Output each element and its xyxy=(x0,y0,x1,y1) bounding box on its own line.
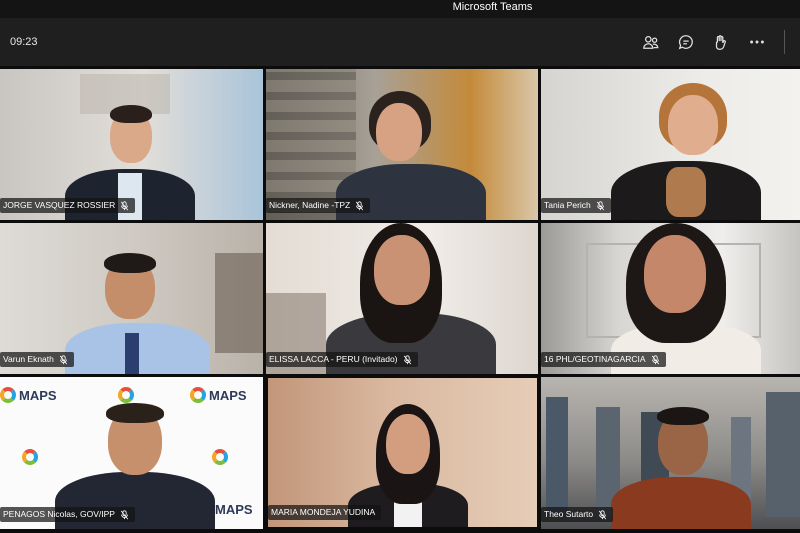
participant-face xyxy=(668,95,718,155)
participant-face xyxy=(374,235,430,305)
participant-nameplate: Tania Perich xyxy=(541,198,611,213)
participant-nameplate: MARIA MONDEJA YUDINA xyxy=(268,505,382,520)
participant-face xyxy=(376,103,422,161)
participant-name: ELISSA LACCA - PERU (Invitado) xyxy=(269,354,398,364)
video-grid: JORGE VASQUEZ ROSSIER Nickner, Nadine -T… xyxy=(0,69,800,529)
maps-logo xyxy=(22,449,38,465)
video-tile-active-speaker[interactable]: MARIA MONDEJA YUDINA xyxy=(268,378,537,527)
toolbar-divider xyxy=(784,30,785,54)
participant-body xyxy=(611,477,751,529)
participant-nameplate: Varun Eknath xyxy=(0,352,74,367)
muted-mic-icon xyxy=(356,200,364,210)
city-building xyxy=(766,392,800,517)
city-building xyxy=(546,397,568,517)
participant-hair xyxy=(106,403,164,423)
participant-name: PENAGOS Nicolas, GOV/IPP xyxy=(3,509,115,519)
participant-name: Nickner, Nadine -TPZ xyxy=(269,200,351,210)
muted-mic-icon xyxy=(596,200,604,210)
participant-nameplate: Nickner, Nadine -TPZ xyxy=(266,198,371,213)
participant-face xyxy=(386,414,430,474)
participant-name: MARIA MONDEJA YUDINA xyxy=(271,507,376,517)
video-tile[interactable]: Varun Eknath xyxy=(0,223,263,374)
participant-name: Theo Sutarto xyxy=(544,509,594,519)
participant-nameplate: Theo Sutarto xyxy=(541,507,614,522)
muted-mic-icon xyxy=(403,354,411,364)
meeting-toolbar: 09:23 xyxy=(0,18,800,66)
maps-logo xyxy=(118,387,134,403)
muted-mic-icon xyxy=(120,509,129,519)
maps-ring-icon xyxy=(118,387,134,403)
video-tile[interactable]: 16 PHL/GEOTINAGARCIA xyxy=(541,223,800,374)
chat-icon[interactable] xyxy=(675,31,697,53)
participant-nameplate: JORGE VASQUEZ ROSSIER xyxy=(0,198,136,213)
maps-logo: MAPS xyxy=(190,387,247,403)
muted-mic-icon xyxy=(651,354,659,364)
participant-face xyxy=(644,235,706,313)
video-tile[interactable]: Nickner, Nadine -TPZ xyxy=(266,69,538,220)
participant-nameplate: PENAGOS Nicolas, GOV/IPP xyxy=(0,507,135,522)
window-title: Microsoft Teams xyxy=(0,0,800,18)
participant-name: Varun Eknath xyxy=(3,354,54,364)
participant-nameplate: 16 PHL/GEOTINAGARCIA xyxy=(541,352,666,367)
meeting-timer: 09:23 xyxy=(10,36,38,48)
video-tile[interactable]: MAPS MAPS MAPS PENAGOS Nicolas, GOV/IPP xyxy=(0,377,263,529)
muted-mic-icon xyxy=(59,354,68,364)
participant-tie xyxy=(125,333,139,374)
maps-logo xyxy=(212,449,228,465)
maps-logo: MAPS xyxy=(215,502,253,517)
participant-hair xyxy=(657,407,709,425)
maps-ring-icon xyxy=(190,387,206,403)
video-tile[interactable]: Tania Perich xyxy=(541,69,800,220)
participant-hair xyxy=(104,253,156,273)
video-tile[interactable]: JORGE VASQUEZ ROSSIER xyxy=(0,69,263,220)
participants-icon[interactable] xyxy=(640,31,662,53)
participant-hair xyxy=(110,105,152,123)
maps-ring-icon xyxy=(0,387,16,403)
participant-scarf xyxy=(666,167,706,217)
participant-nameplate: ELISSA LACCA - PERU (Invitado) xyxy=(266,352,418,367)
video-tile[interactable]: ELISSA LACCA - PERU (Invitado) xyxy=(266,223,538,374)
maps-ring-icon xyxy=(22,449,38,465)
muted-mic-icon xyxy=(121,200,129,210)
participant-name: 16 PHL/GEOTINAGARCIA xyxy=(544,354,646,364)
chair-back xyxy=(215,253,263,353)
maps-ring-icon xyxy=(212,449,228,465)
muted-mic-icon xyxy=(598,509,607,519)
maps-logo: MAPS xyxy=(0,387,57,403)
video-tile[interactable]: Theo Sutarto xyxy=(541,377,800,529)
raise-hand-icon[interactable] xyxy=(710,31,732,53)
participant-name: JORGE VASQUEZ ROSSIER xyxy=(3,200,116,210)
more-options-icon[interactable] xyxy=(746,31,768,53)
participant-name: Tania Perich xyxy=(544,200,591,210)
